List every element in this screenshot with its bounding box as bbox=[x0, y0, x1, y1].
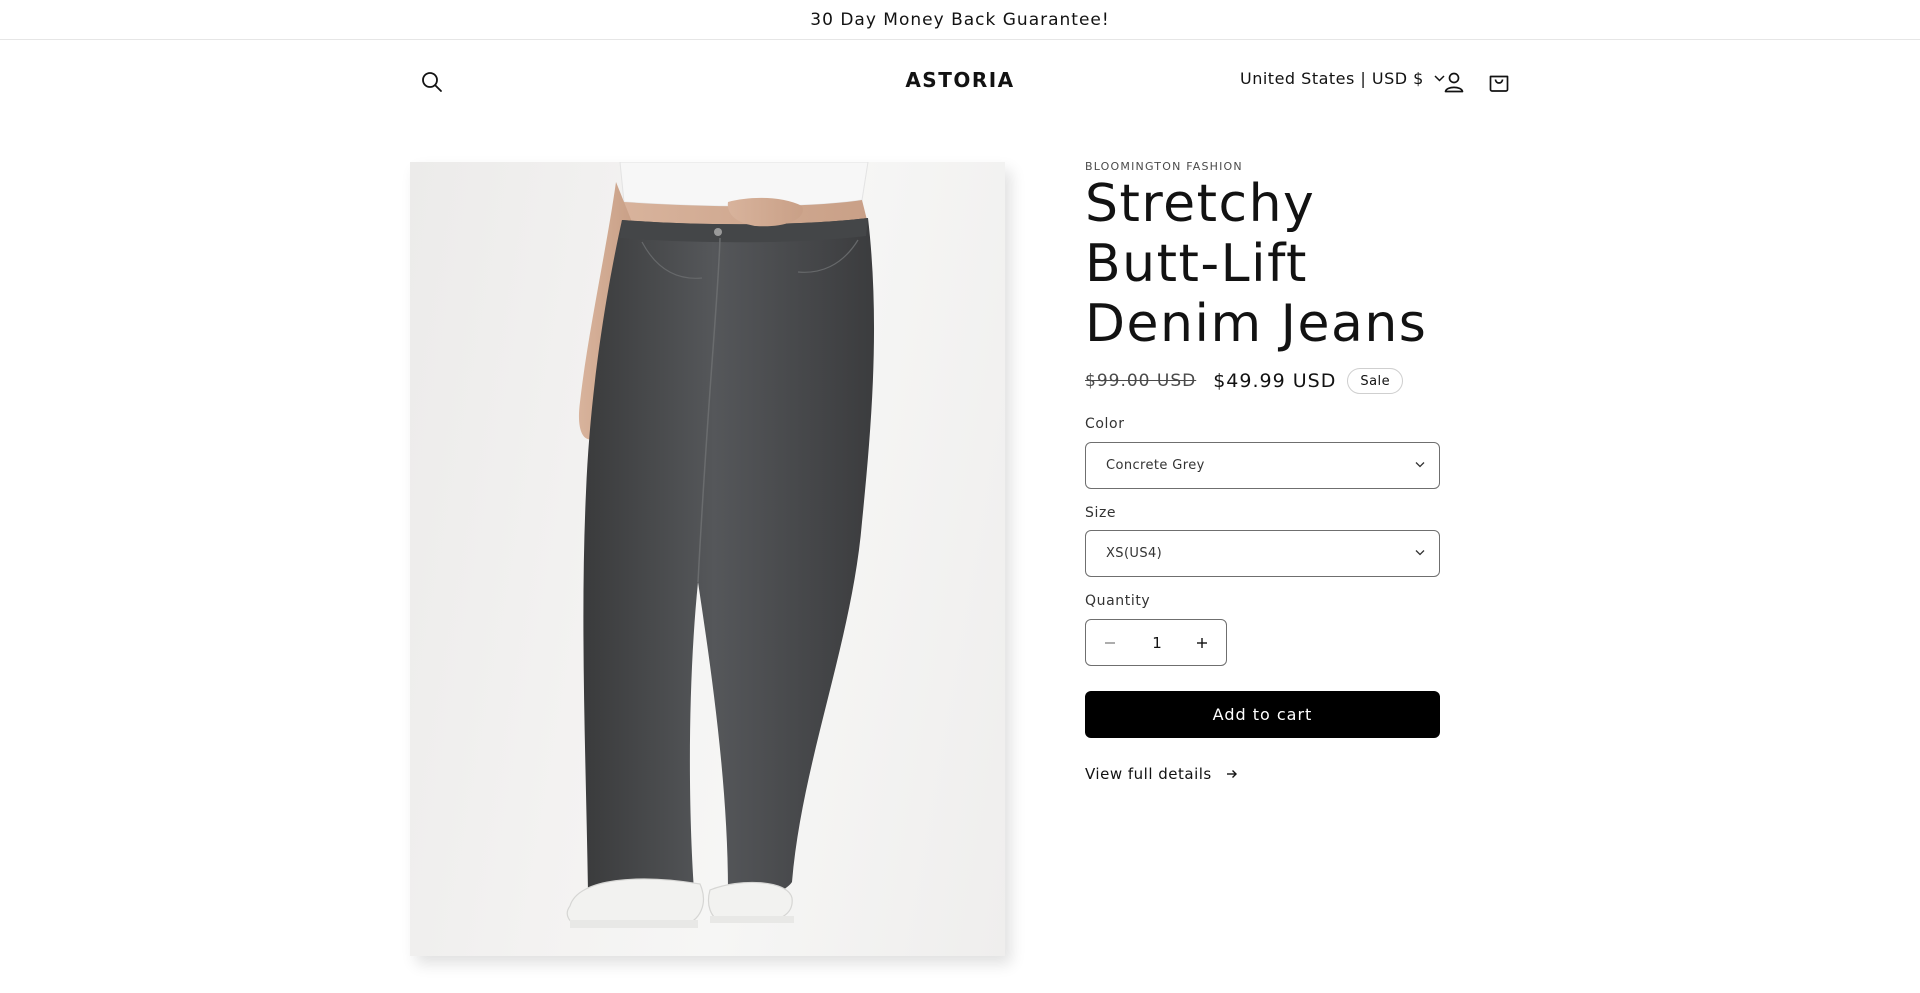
view-full-details-label: View full details bbox=[1085, 765, 1212, 783]
plus-icon bbox=[1197, 638, 1207, 648]
quantity-input[interactable] bbox=[1132, 630, 1182, 656]
size-select[interactable]: XS(US4) bbox=[1085, 530, 1440, 577]
color-select-value: Concrete Grey bbox=[1106, 458, 1205, 473]
size-select-value: XS(US4) bbox=[1106, 546, 1163, 561]
account-button[interactable] bbox=[1436, 64, 1472, 100]
sale-badge: Sale bbox=[1347, 368, 1404, 394]
cart-icon bbox=[1489, 75, 1509, 92]
view-full-details-link[interactable]: View full details bbox=[1085, 765, 1238, 783]
color-label: Color bbox=[1085, 416, 1125, 432]
announcement-text: 30 Day Money Back Guarantee! bbox=[810, 9, 1110, 30]
arrow-right-icon bbox=[1226, 770, 1237, 778]
chevron-down-icon bbox=[1415, 462, 1425, 468]
minus-icon bbox=[1105, 642, 1115, 644]
quantity-label: Quantity bbox=[1085, 593, 1151, 609]
color-select[interactable]: Concrete Grey bbox=[1085, 442, 1440, 489]
size-label: Size bbox=[1085, 505, 1117, 521]
add-to-cart-button[interactable]: Add to cart bbox=[1085, 691, 1440, 738]
chevron-down-icon bbox=[1415, 550, 1425, 556]
country-currency-label: United States | USD $ bbox=[1240, 69, 1424, 88]
cart-button[interactable] bbox=[1481, 64, 1517, 100]
search-icon bbox=[422, 72, 442, 92]
announcement-bar: 30 Day Money Back Guarantee! bbox=[0, 0, 1920, 40]
product-photo-illustration bbox=[566, 162, 875, 928]
search-button[interactable] bbox=[414, 64, 450, 100]
price-row: $99.00 USD $49.99 USD Sale bbox=[1085, 368, 1404, 394]
account-icon bbox=[1444, 72, 1464, 93]
product-title: Stretchy Butt-Lift Denim Jeans bbox=[1085, 174, 1428, 354]
product-image[interactable] bbox=[410, 162, 1005, 956]
quantity-decrease-button[interactable] bbox=[1096, 629, 1124, 657]
quantity-increase-button[interactable] bbox=[1188, 629, 1216, 657]
sale-price: $49.99 USD bbox=[1213, 370, 1337, 392]
regular-price: $99.00 USD bbox=[1085, 371, 1197, 391]
site-header: ASTORIA United States | USD $ bbox=[410, 40, 1510, 126]
quantity-stepper bbox=[1085, 619, 1227, 666]
product-vendor: BLOOMINGTON FASHION bbox=[1085, 160, 1243, 173]
country-currency-selector[interactable]: United States | USD $ bbox=[1240, 69, 1445, 88]
